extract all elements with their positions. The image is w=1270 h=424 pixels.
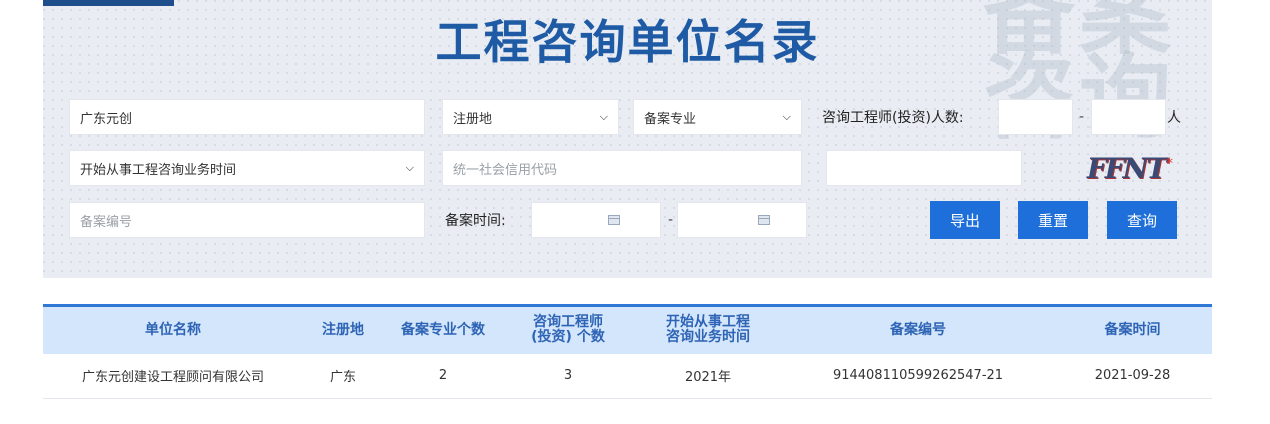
calendar-icon[interactable]: [608, 215, 620, 225]
search-panel: 备案咨询 工程咨询单位名录 广东元创 注册地 ⌵ 备案专业 ⌵ 咨询工程师(投资…: [43, 0, 1212, 278]
col-header-engineer-count: 咨询工程师 (投资) 个数: [503, 306, 633, 354]
chevron-down-icon: ⌵: [782, 110, 791, 123]
required-mark: *: [1166, 156, 1173, 172]
col-header-record-no: 备案编号: [890, 321, 946, 338]
col-header-start-time-line2: 咨询业务时间: [666, 329, 750, 346]
date-range-dash: -: [668, 212, 674, 228]
cell-engineer-count: 3: [503, 353, 633, 399]
calendar-icon[interactable]: [758, 215, 770, 225]
captcha-image[interactable]: FFNT: [1083, 150, 1169, 186]
col-header-start-time-line1: 开始从事工程: [666, 314, 750, 331]
specialty-select-value: 备案专业: [644, 111, 697, 127]
col-header-engineer-count-line1: 咨询工程师: [533, 314, 603, 331]
results-table: 单位名称 注册地 备案专业个数 咨询工程师 (投资) 个数 开始从事工程 咨询业…: [43, 304, 1212, 399]
engineer-count-unit: 人: [1167, 110, 1181, 126]
record-time-end-input[interactable]: [677, 202, 807, 238]
engineer-count-max-input[interactable]: [1091, 99, 1166, 135]
cell-start-time: 2021年: [633, 353, 783, 399]
reset-button[interactable]: 重置: [1018, 201, 1088, 239]
export-button[interactable]: 导出: [930, 201, 1000, 239]
col-header-name: 单位名称: [145, 321, 201, 338]
col-header-record-time: 备案时间: [1104, 321, 1161, 338]
start-time-select[interactable]: 开始从事工程咨询业务时间 ⌵: [69, 150, 425, 186]
cell-record-no: 914408110599262547-21: [783, 353, 1053, 399]
table-header-row: 单位名称 注册地 备案专业个数 咨询工程师 (投资) 个数 开始从事工程 咨询业…: [43, 305, 1212, 354]
range-dash: -: [1079, 109, 1085, 125]
chevron-down-icon: ⌵: [599, 110, 608, 123]
region-select[interactable]: 注册地 ⌵: [442, 99, 619, 135]
col-header-start-time: 开始从事工程 咨询业务时间: [633, 306, 783, 354]
company-name-input[interactable]: 广东元创: [69, 99, 425, 135]
cell-region: 广东: [303, 353, 383, 399]
region-select-value: 注册地: [453, 111, 493, 127]
search-button[interactable]: 查询: [1107, 201, 1177, 239]
company-name-value: 广东元创: [80, 111, 133, 127]
table-row[interactable]: 广东元创建设工程顾问有限公司 广东 2 3 2021年 914408110599…: [43, 353, 1212, 399]
col-header-engineer-count-line2: (投资) 个数: [531, 329, 605, 346]
credit-code-placeholder: 统一社会信用代码: [453, 162, 558, 178]
record-number-placeholder: 备案编号: [80, 214, 133, 230]
credit-code-input[interactable]: 统一社会信用代码: [442, 150, 802, 186]
cell-record-time: 2021-09-28: [1053, 353, 1212, 399]
captcha-input[interactable]: [826, 150, 1022, 186]
page-title: 工程咨询单位名录: [435, 15, 820, 69]
start-time-select-value: 开始从事工程咨询业务时间: [80, 162, 237, 178]
record-time-label: 备案时间:: [445, 213, 506, 229]
engineer-count-label: 咨询工程师(投资)人数:: [822, 110, 964, 126]
specialty-select[interactable]: 备案专业 ⌵: [633, 99, 802, 135]
engineer-count-min-input[interactable]: [998, 99, 1073, 135]
col-header-specialty-count: 备案专业个数: [401, 321, 485, 338]
cell-name[interactable]: 广东元创建设工程顾问有限公司: [43, 353, 303, 399]
record-time-start-input[interactable]: [531, 202, 661, 238]
cell-specialty-count: 2: [383, 353, 503, 399]
record-number-input[interactable]: 备案编号: [69, 202, 425, 238]
col-header-region: 注册地: [322, 321, 364, 338]
chevron-down-icon: ⌵: [405, 161, 414, 174]
